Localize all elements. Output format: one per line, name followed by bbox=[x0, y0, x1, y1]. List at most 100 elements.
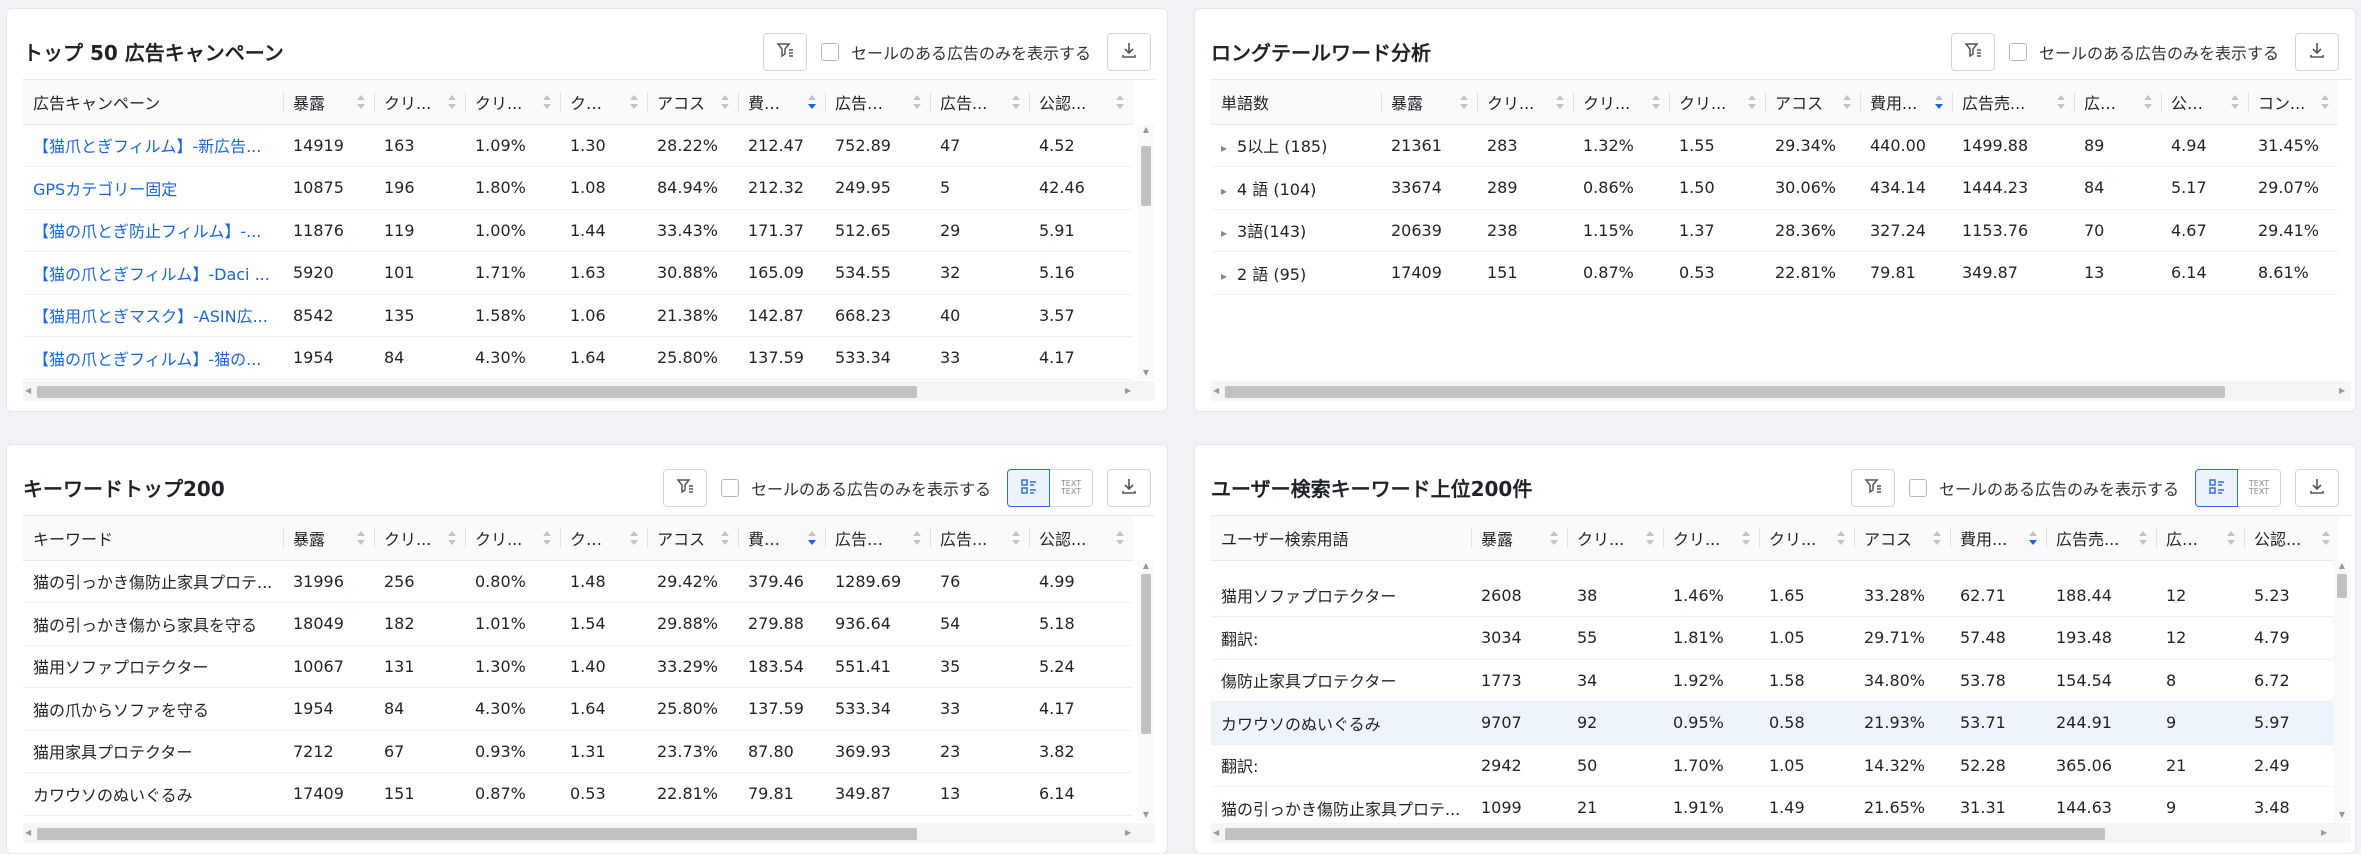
sort-icon[interactable] bbox=[2028, 529, 2038, 547]
column-header[interactable]: 広告... bbox=[2156, 516, 2244, 561]
table-row[interactable]: 翻訳: 3034 55 1.81% 1.05 29.71% 57.48 193.48 12 4.7… bbox=[1211, 616, 2339, 660]
sort-icon[interactable] bbox=[542, 93, 552, 111]
sort-icon[interactable] bbox=[807, 529, 817, 547]
table-row[interactable]: 【猫の爪とぎフィルム】-猫の... 1954 84 4.30% 1.64 25.80% 13… bbox=[23, 336, 1133, 380]
sort-icon[interactable] bbox=[1651, 93, 1661, 111]
expand-row-icon[interactable]: ▸ bbox=[1221, 226, 1227, 240]
sort-icon[interactable] bbox=[720, 529, 730, 547]
column-header[interactable]: キーワード bbox=[23, 516, 283, 561]
sort-icon[interactable] bbox=[1741, 529, 1751, 547]
table-row[interactable]: 【猫用爪とぎマスク】-ASIN広... 8542 135 1.58% 1.06 21.38… bbox=[23, 294, 1133, 337]
sort-icon[interactable] bbox=[2321, 529, 2331, 547]
sort-icon[interactable] bbox=[2320, 93, 2330, 111]
column-header[interactable]: 費用... bbox=[738, 80, 825, 125]
column-header[interactable]: クリ... bbox=[1663, 516, 1759, 561]
column-header[interactable]: アコス bbox=[647, 80, 738, 125]
checkbox-box[interactable] bbox=[820, 43, 839, 61]
column-header[interactable]: 公認... bbox=[2244, 516, 2339, 561]
table-row[interactable]: 【猫の爪とぎ防止フィルム】-... 11876 119 1.00% 1.44 33.43%… bbox=[23, 209, 1133, 252]
sort-icon[interactable] bbox=[2143, 93, 2153, 111]
sort-icon[interactable] bbox=[2226, 529, 2236, 547]
column-settings-button[interactable] bbox=[662, 469, 707, 507]
sort-icon[interactable] bbox=[1549, 529, 1559, 547]
sort-icon[interactable] bbox=[912, 529, 922, 547]
sort-icon[interactable] bbox=[2056, 93, 2066, 111]
column-header[interactable]: 広告売... bbox=[825, 516, 930, 561]
column-header[interactable]: 公認... bbox=[1029, 516, 1133, 561]
table-row[interactable]: 猫の引っかき傷から家具を守る 18049 182 1.01% 1.54 29.88% 279… bbox=[23, 602, 1133, 646]
sort-icon[interactable] bbox=[1932, 529, 1942, 547]
column-header[interactable]: クリ... bbox=[465, 80, 560, 125]
sale-only-checkbox[interactable]: セールのある広告のみを表示する bbox=[820, 40, 1091, 64]
checkbox-box[interactable] bbox=[1908, 479, 1927, 497]
column-header[interactable]: 公認... bbox=[1029, 80, 1133, 125]
sort-icon[interactable] bbox=[1011, 529, 1021, 547]
column-header[interactable]: 暴露 bbox=[283, 80, 374, 125]
column-header[interactable]: クリ... bbox=[1759, 516, 1854, 561]
column-header[interactable]: 広告売... bbox=[2046, 516, 2156, 561]
campaign-link[interactable]: 【猫の爪とぎ防止フィルム】-... bbox=[23, 209, 283, 252]
sort-icon[interactable] bbox=[356, 529, 366, 547]
table-row[interactable]: カワウソのぬいぐるみ 9707 92 0.95% 0.58 21.93% 53.71 244.… bbox=[1211, 701, 2339, 745]
column-header[interactable]: クリ... bbox=[560, 516, 647, 561]
checkbox-box[interactable] bbox=[720, 479, 739, 497]
column-header[interactable]: 広告キャンペーン bbox=[23, 80, 283, 125]
sort-icon[interactable] bbox=[1555, 93, 1565, 111]
column-settings-button[interactable] bbox=[762, 33, 807, 71]
table-row[interactable]: 翻訳: 2942 50 1.70% 1.05 14.32% 52.28 365.06 21 2.4… bbox=[1211, 744, 2339, 787]
table-row[interactable]: 【猫爪とぎフィルム】-新広告... 14919 163 1.09% 1.30 28.22%… bbox=[23, 124, 1133, 167]
horizontal-scrollbar[interactable]: ◀ ▶ bbox=[23, 381, 1155, 401]
sale-only-checkbox[interactable]: セールのある広告のみを表示する bbox=[720, 476, 991, 500]
table-row[interactable]: 猫用ソファプロテクター 2608 38 1.46% 1.65 33.28% 62.71 188… bbox=[1211, 574, 2339, 617]
sort-icon[interactable] bbox=[447, 529, 457, 547]
sort-icon[interactable] bbox=[912, 93, 922, 111]
horizontal-scrollbar[interactable]: ◀ ▶ bbox=[1211, 823, 2351, 843]
table-row[interactable]: カワウソのぬいぐるみ 17409 151 0.87% 0.53 22.81% 79.81 34… bbox=[23, 772, 1133, 816]
table-row[interactable]: 猫の爪からソファを守る 1954 84 4.30% 1.64 25.80% 137.59 53… bbox=[23, 687, 1133, 731]
column-header[interactable]: アコス bbox=[647, 516, 738, 561]
column-header[interactable]: 広告売... bbox=[1952, 80, 2074, 125]
column-header[interactable]: 暴露 bbox=[283, 516, 374, 561]
table-row[interactable]: 猫の引っかき傷防止家具プロテ... 31996 256 0.80% 1.48 29.42%… bbox=[23, 560, 1133, 603]
column-header[interactable]: クリ... bbox=[1477, 80, 1573, 125]
table-row[interactable]: 傷防止家具プロテクター 1773 34 1.92% 1.58 34.80% 53.78 154… bbox=[1211, 659, 2339, 702]
text-view-button[interactable]: TEXT TEXT bbox=[1050, 469, 1093, 507]
sort-icon[interactable] bbox=[629, 529, 639, 547]
column-header[interactable]: クリ... bbox=[374, 80, 465, 125]
sort-icon[interactable] bbox=[1115, 529, 1125, 547]
column-header[interactable]: 広告売... bbox=[825, 80, 930, 125]
column-header[interactable]: クリ... bbox=[1669, 80, 1765, 125]
column-header[interactable]: アコス bbox=[1765, 80, 1860, 125]
sort-icon[interactable] bbox=[356, 93, 366, 111]
campaign-link[interactable]: GPSカテゴリー固定 bbox=[23, 166, 283, 210]
vertical-scrollbar[interactable]: ▲ ▼ bbox=[2333, 560, 2351, 821]
expand-row-icon[interactable]: ▸ bbox=[1221, 141, 1227, 155]
column-header[interactable]: 単語数 bbox=[1211, 80, 1381, 125]
checkbox-box[interactable] bbox=[2008, 43, 2027, 61]
sort-icon[interactable] bbox=[1011, 93, 1021, 111]
sort-icon[interactable] bbox=[2230, 93, 2240, 111]
column-settings-button[interactable] bbox=[1950, 33, 1995, 71]
column-header[interactable]: 暴露 bbox=[1471, 516, 1567, 561]
column-header[interactable]: 広告... bbox=[930, 80, 1029, 125]
table-row[interactable]: ▸ 2 語 (95) 17409 151 0.87% 0.53 22.81% 79.81 349… bbox=[1211, 251, 2338, 295]
column-header[interactable]: 費用... bbox=[1860, 80, 1952, 125]
column-header[interactable]: 公認... bbox=[2161, 80, 2248, 125]
sort-icon[interactable] bbox=[542, 529, 552, 547]
download-button[interactable] bbox=[1107, 469, 1151, 507]
campaign-link[interactable]: 【猫爪とぎフィルム】-新広告... bbox=[23, 124, 283, 167]
table-row[interactable]: ▸ 5以上 (185) 21361 283 1.32% 1.55 29.34% 440.00 1… bbox=[1211, 124, 2338, 167]
download-button[interactable] bbox=[2295, 33, 2339, 71]
sale-only-checkbox[interactable]: セールのある広告のみを表示する bbox=[1908, 476, 2179, 500]
column-header[interactable]: 費用... bbox=[1950, 516, 2046, 561]
column-header[interactable]: ユーザー検索用語 bbox=[1211, 516, 1471, 561]
column-header[interactable]: クリ... bbox=[560, 80, 647, 125]
sort-icon[interactable] bbox=[2138, 529, 2148, 547]
sort-icon[interactable] bbox=[1836, 529, 1846, 547]
campaign-link[interactable]: 【猫用爪とぎマスク】-ASIN広... bbox=[23, 294, 283, 337]
table-row[interactable]: 猫用ソファプロテクター 10067 131 1.30% 1.40 33.29% 183.54… bbox=[23, 645, 1133, 688]
list-view-button[interactable] bbox=[1007, 469, 1050, 507]
table-row[interactable]: GPSカテゴリー固定 10875 196 1.80% 1.08 84.94% 212.32 2… bbox=[23, 166, 1133, 210]
column-header[interactable]: 暴露 bbox=[1381, 80, 1477, 125]
vertical-scrollbar[interactable]: ▲ ▼ bbox=[1137, 560, 1155, 821]
